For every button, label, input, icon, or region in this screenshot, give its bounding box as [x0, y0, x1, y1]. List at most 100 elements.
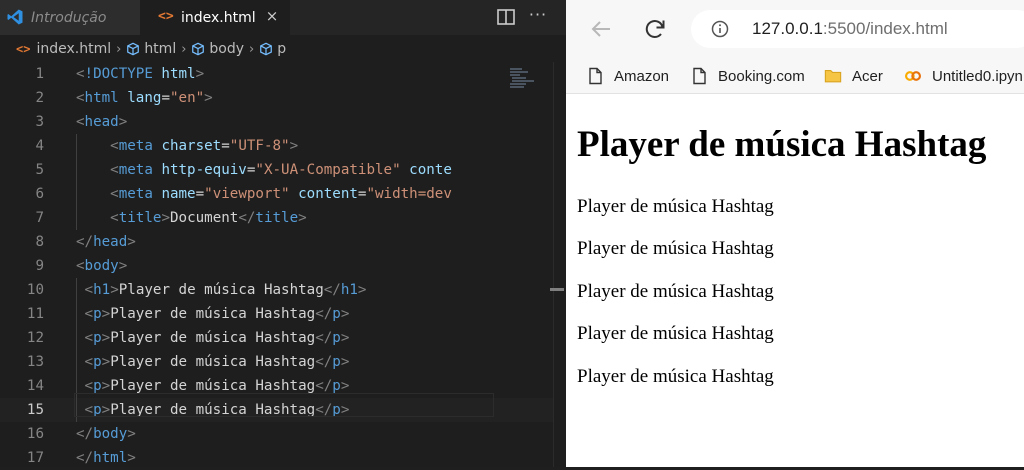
line-number: 11 [26, 306, 44, 322]
code-text: <!DOCTYPE html> [76, 66, 205, 82]
tab-label: index.html [181, 9, 256, 26]
browser-toolbar: 127.0.0.1:5500/index.html [566, 0, 1024, 58]
code-line[interactable]: 2 <html lang="en"> [0, 86, 553, 110]
bookmark-amazon[interactable]: Amazon [586, 58, 669, 94]
line-number: 16 [26, 426, 44, 442]
code-line[interactable]: 1 <!DOCTYPE html> [0, 62, 553, 86]
code-text: <head> [76, 114, 128, 130]
code-text: <p>Player de música Hashtag</p> [84, 306, 350, 322]
code-line[interactable]: 14 <p>Player de música Hashtag</p> [0, 374, 553, 398]
breadcrumb-item-body[interactable]: body [191, 41, 244, 57]
info-icon[interactable] [711, 20, 729, 38]
code-area[interactable]: 17 </html> 16 </body> 15 <p>Player de música… [0, 62, 553, 467]
line-number: 7 [35, 210, 44, 226]
code-text: </head> [76, 234, 136, 250]
url-text[interactable]: 127.0.0.1:5500/index.html [752, 19, 948, 39]
code-line[interactable]: 10 <h1>Player de música Hashtag</h1> [0, 278, 553, 302]
code-line[interactable]: 15 <p>Player de música Hashtag</p> [0, 398, 553, 422]
line-number: 6 [35, 186, 44, 202]
breadcrumb-item-file[interactable]: index.html [36, 41, 111, 57]
chevron-right-icon: › [181, 41, 187, 57]
code-line[interactable]: 12 <p>Player de música Hashtag</p> [0, 326, 553, 350]
code-text: <p>Player de música Hashtag</p> [84, 354, 350, 370]
browser-window: 127.0.0.1:5500/index.html Amazon Booking… [566, 0, 1024, 467]
code-text: <meta http-equiv="X-UA-Compatible" conte [110, 162, 452, 178]
symbol-cube-icon [260, 42, 273, 56]
url-path: :5500/index.html [822, 19, 948, 38]
code-line[interactable]: 3 <head> [0, 110, 553, 134]
minimap[interactable] [494, 62, 552, 467]
bookmark-colab[interactable]: Untitled0.ipyn [904, 58, 1023, 94]
chevron-right-icon: › [249, 41, 255, 57]
tab-index-html[interactable]: <> index.html × [140, 0, 290, 35]
code-text: <title>Document</title> [110, 210, 307, 226]
close-icon[interactable]: × [262, 6, 282, 26]
line-number: 14 [26, 378, 44, 394]
code-line[interactable]: 9 <body> [0, 254, 553, 278]
bookmark-acer[interactable]: Acer [824, 58, 883, 94]
breadcrumb-item-html[interactable]: html [126, 41, 176, 57]
line-number: 1 [35, 66, 44, 82]
code-line[interactable]: 8 </head> [0, 230, 553, 254]
address-bar[interactable]: 127.0.0.1:5500/index.html [691, 10, 1024, 48]
indent-guide [76, 134, 77, 230]
more-actions-icon[interactable]: ··· [527, 6, 549, 28]
vertical-scrollbar[interactable] [553, 62, 566, 467]
folder-icon [824, 70, 842, 83]
page-paragraph: Player de música Hashtag [577, 238, 774, 259]
code-text: <meta name="viewport" content="width=dev [110, 186, 452, 202]
line-number: 2 [35, 90, 44, 106]
code-line[interactable]: 6 <meta name="viewport" content="width=d… [0, 182, 553, 206]
code-line[interactable]: 11 <p>Player de música Hashtag</p> [0, 302, 553, 326]
tab-introducao[interactable]: Introdução [0, 0, 140, 35]
breadcrumb-item-p[interactable]: p [259, 41, 286, 57]
html-file-icon: <> [16, 42, 31, 56]
bookmark-label: Amazon [614, 67, 670, 85]
code-text: </html> [76, 450, 136, 466]
page-icon [693, 67, 706, 85]
code-text: <p>Player de música Hashtag</p> [84, 330, 350, 346]
reload-icon[interactable] [640, 14, 670, 44]
code-text: <p>Player de música Hashtag</p> [84, 402, 350, 418]
breadcrumb: <> index.html › html › body › p [0, 36, 566, 62]
line-number: 10 [26, 282, 44, 298]
breadcrumb-label: p [277, 41, 287, 57]
code-editor[interactable]: Introdução <> index.html × ··· <> index.… [0, 0, 566, 467]
code-text: <html lang="en"> [76, 90, 213, 106]
line-number: 5 [35, 162, 44, 178]
tab-label: Introdução [31, 9, 107, 26]
code-line[interactable]: 5 <meta http-equiv="X-UA-Compatible" con… [0, 158, 553, 182]
code-text: </body> [76, 426, 136, 442]
back-arrow-icon[interactable] [586, 14, 616, 44]
bookmark-label: Acer [852, 67, 883, 85]
code-line[interactable]: 17 </html> [0, 446, 553, 470]
chevron-right-icon: › [116, 41, 122, 57]
code-line[interactable]: 13 <p>Player de música Hashtag</p> [0, 350, 553, 374]
bookmark-booking[interactable]: Booking.com [690, 58, 805, 94]
code-text: <h1>Player de música Hashtag</h1> [84, 282, 367, 298]
colab-icon [904, 71, 922, 81]
scrollbar-cursor-marker [550, 288, 564, 291]
symbol-cube-icon [192, 42, 205, 56]
code-line[interactable]: 4 <meta charset="UTF-8"> [0, 134, 553, 158]
split-editor-icon[interactable] [495, 6, 517, 28]
vscode-icon [7, 9, 23, 25]
line-number: 9 [35, 258, 44, 274]
code-line[interactable]: 16 </body> [0, 422, 553, 446]
html-file-icon: <> [158, 9, 174, 24]
indent-guide [76, 278, 77, 422]
line-number: 8 [35, 234, 44, 250]
bookmark-label: Booking.com [718, 67, 805, 85]
page-paragraph: Player de música Hashtag [577, 196, 774, 217]
bookmark-label: Untitled0.ipyn [932, 67, 1023, 85]
url-host: 127.0.0.1 [752, 19, 823, 38]
page-content: Player de música Hashtag Player de músic… [566, 94, 1024, 467]
line-number: 13 [26, 354, 44, 370]
page-paragraph: Player de música Hashtag [577, 366, 774, 387]
code-line[interactable]: 7 <title>Document</title> [0, 206, 553, 230]
page-paragraph: Player de música Hashtag [577, 281, 774, 302]
page-paragraph: Player de música Hashtag [577, 323, 774, 344]
line-number: 15 [26, 402, 44, 418]
code-text: <body> [76, 258, 128, 274]
code-text: <p>Player de música Hashtag</p> [84, 378, 350, 394]
